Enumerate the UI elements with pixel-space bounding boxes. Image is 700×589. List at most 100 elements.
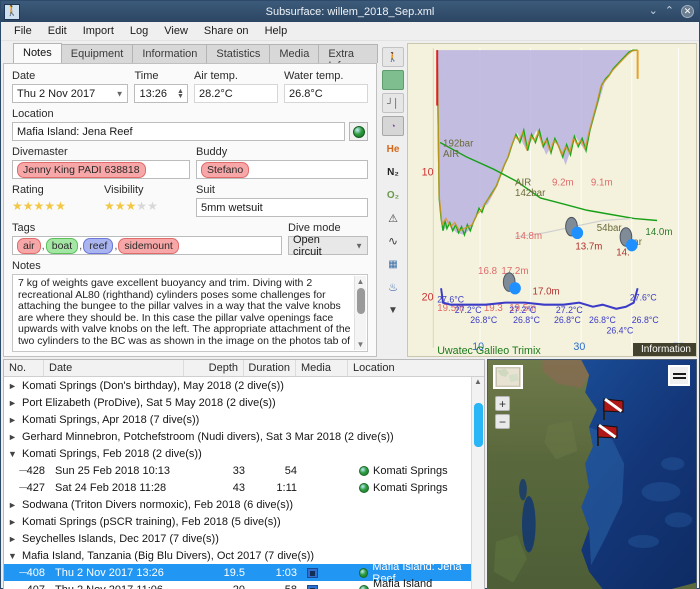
nitrogen-n2-icon[interactable]: N₂ (382, 162, 404, 182)
chevron-right-icon[interactable]: ► (8, 415, 22, 425)
star-icon[interactable]: ★ (126, 199, 137, 213)
tag-chip-sidemount[interactable]: sidemount (118, 237, 179, 254)
scroll-up-icon[interactable]: ▲ (474, 377, 482, 389)
notes-scrollbar[interactable]: ▲ ▼ (354, 276, 366, 350)
star-icon[interactable]: ★ (44, 199, 55, 213)
chevron-right-icon[interactable]: ► (8, 500, 22, 510)
tab-notes[interactable]: Notes (13, 43, 62, 63)
tag-chip-reef[interactable]: reef (83, 237, 114, 254)
divemaster-input[interactable]: Jenny King PADI 638818 (12, 160, 190, 179)
profile-information-overlay[interactable]: Information (632, 343, 696, 356)
suit-input[interactable]: 5mm wetsuit (196, 198, 368, 217)
spinner-arrows-icon[interactable]: ▲ ▼ (177, 88, 184, 100)
dive-flag-marker[interactable] (600, 396, 626, 422)
tag-chip-air[interactable]: air (17, 237, 41, 254)
menu-file[interactable]: File (7, 23, 39, 39)
chevron-right-icon[interactable]: ► (8, 517, 22, 527)
tag-chip-boat[interactable]: boat (45, 237, 79, 254)
visibility-stars[interactable]: ★★★★★ (104, 198, 190, 214)
map-panel[interactable]: + − (487, 359, 697, 589)
dive-mode-select[interactable]: Open circuit ▼ (288, 234, 368, 258)
maximize-button[interactable]: ⌃ (665, 6, 674, 17)
dive-profile-chart[interactable]: 10 20 19.5m 19.3 19.5m 16.8 17.2m 14.8m … (407, 43, 697, 357)
location-input[interactable]: Mafia Island: Jena Reef (12, 122, 345, 141)
tab-information[interactable]: Information (132, 44, 208, 63)
menu-import[interactable]: Import (76, 23, 121, 39)
trip-row[interactable]: ► Komati Springs (Don's birthday), May 20… (4, 377, 484, 394)
table-row[interactable]: ─ 407 Thu 2 Nov 2017 11:06 20 58 Mafia I… (4, 578, 484, 589)
star-icon[interactable]: ★ (23, 199, 34, 213)
column-header-no[interactable]: No. (4, 360, 44, 376)
trip-row[interactable]: ► Port Elizabeth (ProDive), Sat 5 May 201… (4, 394, 484, 411)
time-input[interactable]: 13:26 ▲ ▼ (134, 84, 188, 103)
menu-share-on[interactable]: Share on (197, 23, 256, 39)
date-input[interactable]: Thu 2 Nov 2017 ▼ (12, 84, 129, 103)
star-icon[interactable]: ★ (55, 199, 66, 213)
trip-label: Komati Springs (pSCR training), Feb 2018… (22, 515, 281, 528)
buddy-input[interactable]: Stefano (196, 160, 368, 179)
minimize-button[interactable]: ⌄ (649, 6, 658, 17)
scale-profile-icon[interactable]: 🚶 (382, 47, 404, 67)
column-header-depth[interactable]: Depth (184, 360, 244, 376)
column-header-location[interactable]: Location (348, 360, 484, 376)
menu-help[interactable]: Help (258, 23, 295, 39)
more-options-chevron-icon[interactable]: ▼ (382, 300, 404, 320)
star-icon[interactable]: ★ (115, 199, 126, 213)
tab-equipment[interactable]: Equipment (60, 44, 134, 63)
column-header-date[interactable]: Date (44, 360, 184, 376)
trip-row[interactable]: ▼ Komati Springs, Feb 2018 (2 dive(s)) (4, 445, 484, 462)
photos-icon[interactable]: ▦ (382, 254, 404, 274)
table-row[interactable]: ─ 427 Sat 24 Feb 2018 11:28 43 1:11 Koma… (4, 479, 484, 496)
tank-icon[interactable]: ♨ (382, 277, 404, 297)
tab-extra-info[interactable]: Extra Info (318, 44, 378, 72)
heartrate-icon[interactable]: ∿ (382, 231, 404, 251)
star-icon[interactable]: ★ (147, 199, 158, 213)
table-row[interactable]: ─ 428 Sun 25 Feb 2018 10:13 33 54 Komati… (4, 462, 484, 479)
hamburger-icon[interactable] (668, 365, 690, 386)
trip-row[interactable]: ► Gerhard Minnebron, Potchefstroom (Nudi … (4, 428, 484, 445)
star-icon[interactable]: ★ (12, 199, 23, 213)
water-temp-input[interactable]: 26.8°C (283, 84, 368, 103)
menu-edit[interactable]: Edit (41, 23, 74, 39)
scroll-down-icon[interactable]: ▼ (357, 339, 365, 350)
chevron-down-icon[interactable]: ▼ (8, 551, 22, 561)
oxygen-o2-icon[interactable]: O₂ (382, 185, 404, 205)
menu-view[interactable]: View (157, 23, 195, 39)
star-icon[interactable]: ★ (34, 199, 45, 213)
trip-row[interactable]: ► Komati Springs (pSCR training), Feb 201… (4, 513, 484, 530)
air-temp-input[interactable]: 28.2°C (193, 84, 278, 103)
scroll-thumb[interactable] (473, 403, 483, 447)
trip-row[interactable]: ► Komati Springs, Apr 2018 (7 dive(s)) (4, 411, 484, 428)
dive-flag-marker[interactable] (594, 422, 620, 448)
column-header-media[interactable]: Media (296, 360, 348, 376)
calculated-ceiling-icon[interactable]: ┘│ (382, 93, 404, 113)
mod-warning-icon[interactable]: ⚠ (382, 208, 404, 228)
chevron-down-icon[interactable]: ▼ (8, 449, 22, 459)
column-header-duration[interactable]: Duration (244, 360, 296, 376)
chevron-right-icon[interactable]: ► (8, 398, 22, 408)
map-zoom-out-button[interactable]: − (495, 414, 510, 429)
menu-log[interactable]: Log (123, 23, 155, 39)
close-button[interactable]: ✕ (681, 5, 694, 18)
map-zoom-in-button[interactable]: + (495, 396, 510, 411)
scroll-up-icon[interactable]: ▲ (357, 276, 365, 287)
star-icon[interactable]: ★ (104, 199, 115, 213)
tissue-heatmap-icon[interactable]: ◔ (382, 116, 404, 136)
dc-reported-ceiling-icon[interactable] (382, 70, 404, 90)
chevron-right-icon[interactable]: ► (8, 381, 22, 391)
tags-input[interactable]: air, boat, reef, sidemount (12, 236, 282, 255)
scroll-thumb[interactable] (356, 288, 365, 314)
notes-textarea[interactable]: 7 kg of weights gave excellent buoyancy … (12, 274, 368, 352)
dive-list-scrollbar[interactable]: ▲ ▼ (471, 377, 484, 589)
chevron-right-icon[interactable]: ► (8, 432, 22, 442)
heliox-he-icon[interactable]: He (382, 139, 404, 159)
globe-icon[interactable] (349, 122, 368, 141)
trip-row[interactable]: ► Seychelles Islands, Dec 2017 (7 dive(s)… (4, 530, 484, 547)
tab-media[interactable]: Media (269, 44, 320, 63)
chevron-right-icon[interactable]: ► (8, 534, 22, 544)
map-minimap-thumbnail[interactable] (493, 365, 523, 389)
rating-stars[interactable]: ★★★★★ (12, 198, 98, 214)
star-icon[interactable]: ★ (136, 199, 147, 213)
tab-statistics[interactable]: Statistics (206, 44, 271, 63)
trip-row[interactable]: ► Sodwana (Triton Divers normoxic), Feb 2… (4, 496, 484, 513)
